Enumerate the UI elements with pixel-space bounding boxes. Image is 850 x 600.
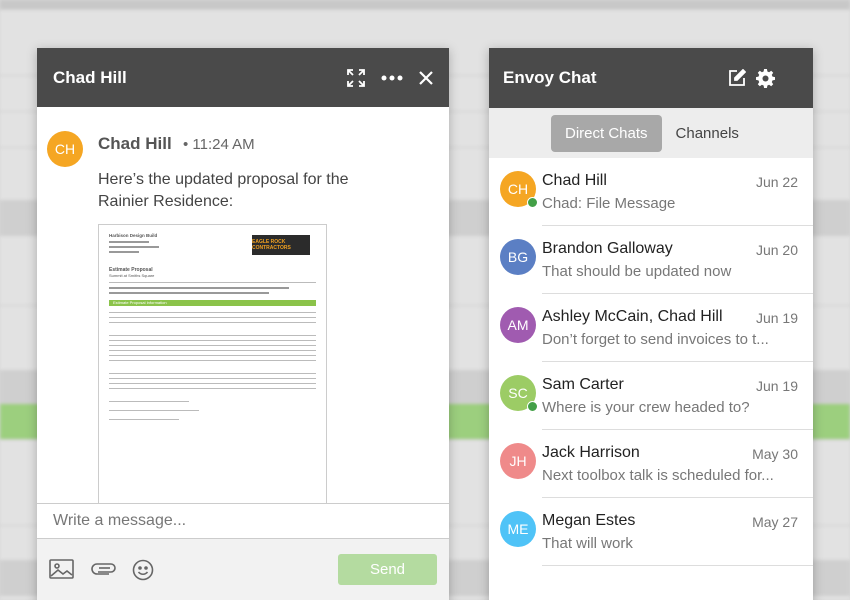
chat-title: Chad Hill — [53, 67, 127, 87]
conversation-item[interactable]: SC Sam Carter Jun 19 Where is your crew … — [489, 362, 813, 430]
conversation-list: CH Chad Hill Jun 22 Chad: File Message B… — [489, 158, 813, 566]
conversation-name: Chad Hill — [542, 172, 607, 189]
conversation-item[interactable]: AM Ashley McCain, Chad Hill Jun 19 Don’t… — [489, 294, 813, 362]
conversation-preview: Don’t forget to send invoices to t... — [542, 331, 769, 348]
company-logo: EAGLE ROCK CONTRACTORS — [252, 235, 310, 255]
conversation-preview: Chad: File Message — [542, 195, 676, 212]
avatar: ME — [500, 511, 536, 547]
close-icon[interactable] — [419, 70, 433, 85]
conversation-date: Jun 19 — [755, 378, 798, 394]
conversation-item[interactable]: ME Megan Estes May 27 That will work — [489, 498, 813, 566]
send-button[interactable]: Send — [338, 554, 437, 585]
conversation-date: May 27 — [752, 514, 798, 530]
conversation-name: Ashley McCain, Chad Hill — [542, 308, 723, 325]
image-icon[interactable] — [49, 559, 74, 584]
envoy-title: Envoy Chat — [503, 68, 597, 87]
conversation-preview: That will work — [542, 535, 633, 552]
message-input[interactable] — [53, 512, 433, 530]
conversation-date: Jun 20 — [755, 242, 798, 258]
conversation-name: Brandon Galloway — [542, 240, 673, 257]
message-sender: Chad Hill — [98, 134, 172, 153]
conversation-name: Megan Estes — [542, 512, 636, 529]
attachment-icon[interactable] — [91, 559, 117, 584]
conversation-item[interactable]: CH Chad Hill Jun 22 Chad: File Message — [489, 158, 813, 226]
chat-window: Chad Hill CH Chad Hill • 11:24 AM Here’s… — [37, 48, 449, 600]
avatar: SC — [500, 375, 538, 412]
proposal-attachment[interactable]: EAGLE ROCK CONTRACTORS Harbison Design B… — [98, 224, 327, 503]
settings-gear-icon[interactable] — [756, 68, 775, 88]
conversation-preview: Next toolbox talk is scheduled for... — [542, 467, 774, 484]
conversation-date: Jun 22 — [755, 174, 798, 190]
doc-section: Estimate Proposal Information — [109, 300, 316, 306]
conversation-name: Sam Carter — [542, 376, 624, 393]
conversation-preview: Where is your crew headed to? — [542, 399, 750, 416]
online-indicator — [527, 401, 538, 412]
emoji-icon[interactable] — [132, 559, 154, 586]
more-options-icon[interactable] — [381, 75, 403, 81]
avatar: JH — [500, 443, 536, 479]
composer-toolbar: Send — [37, 539, 449, 600]
tab-channels[interactable]: Channels — [662, 115, 753, 152]
expand-icon[interactable] — [347, 68, 365, 87]
avatar: AM — [500, 307, 536, 343]
online-indicator — [527, 197, 538, 208]
conversation-date: May 30 — [752, 446, 798, 462]
avatar: CH — [500, 171, 538, 208]
message-text: Here’s the updated proposal for the Rain… — [98, 171, 349, 210]
avatar: BG — [500, 239, 536, 275]
conversation-item[interactable]: JH Jack Harrison May 30 Next toolbox tal… — [489, 430, 813, 498]
compose-icon[interactable] — [728, 69, 746, 87]
doc-subtitle: Summit at Smiths Square — [109, 273, 155, 278]
envoy-chat-panel: Envoy Chat Direct Chats Channels CH Chad… — [489, 48, 813, 600]
conversation-name: Jack Harrison — [542, 444, 640, 461]
conversation-preview: That should be updated now — [542, 263, 732, 280]
chat-header: Chad Hill — [37, 48, 449, 107]
conversation-date: Jun 19 — [755, 310, 798, 326]
envoy-header: Envoy Chat — [489, 48, 813, 108]
avatar: CH — [47, 131, 83, 167]
message-composer — [37, 503, 449, 539]
chat-tabs: Direct Chats Channels — [489, 108, 813, 158]
tab-direct-chats[interactable]: Direct Chats — [551, 114, 662, 152]
message-time: • 11:24 AM — [183, 136, 255, 153]
conversation-item[interactable]: BG Brandon Galloway Jun 20 That should b… — [489, 226, 813, 294]
message-list[interactable]: CH Chad Hill • 11:24 AM Here’s the updat… — [37, 107, 449, 503]
